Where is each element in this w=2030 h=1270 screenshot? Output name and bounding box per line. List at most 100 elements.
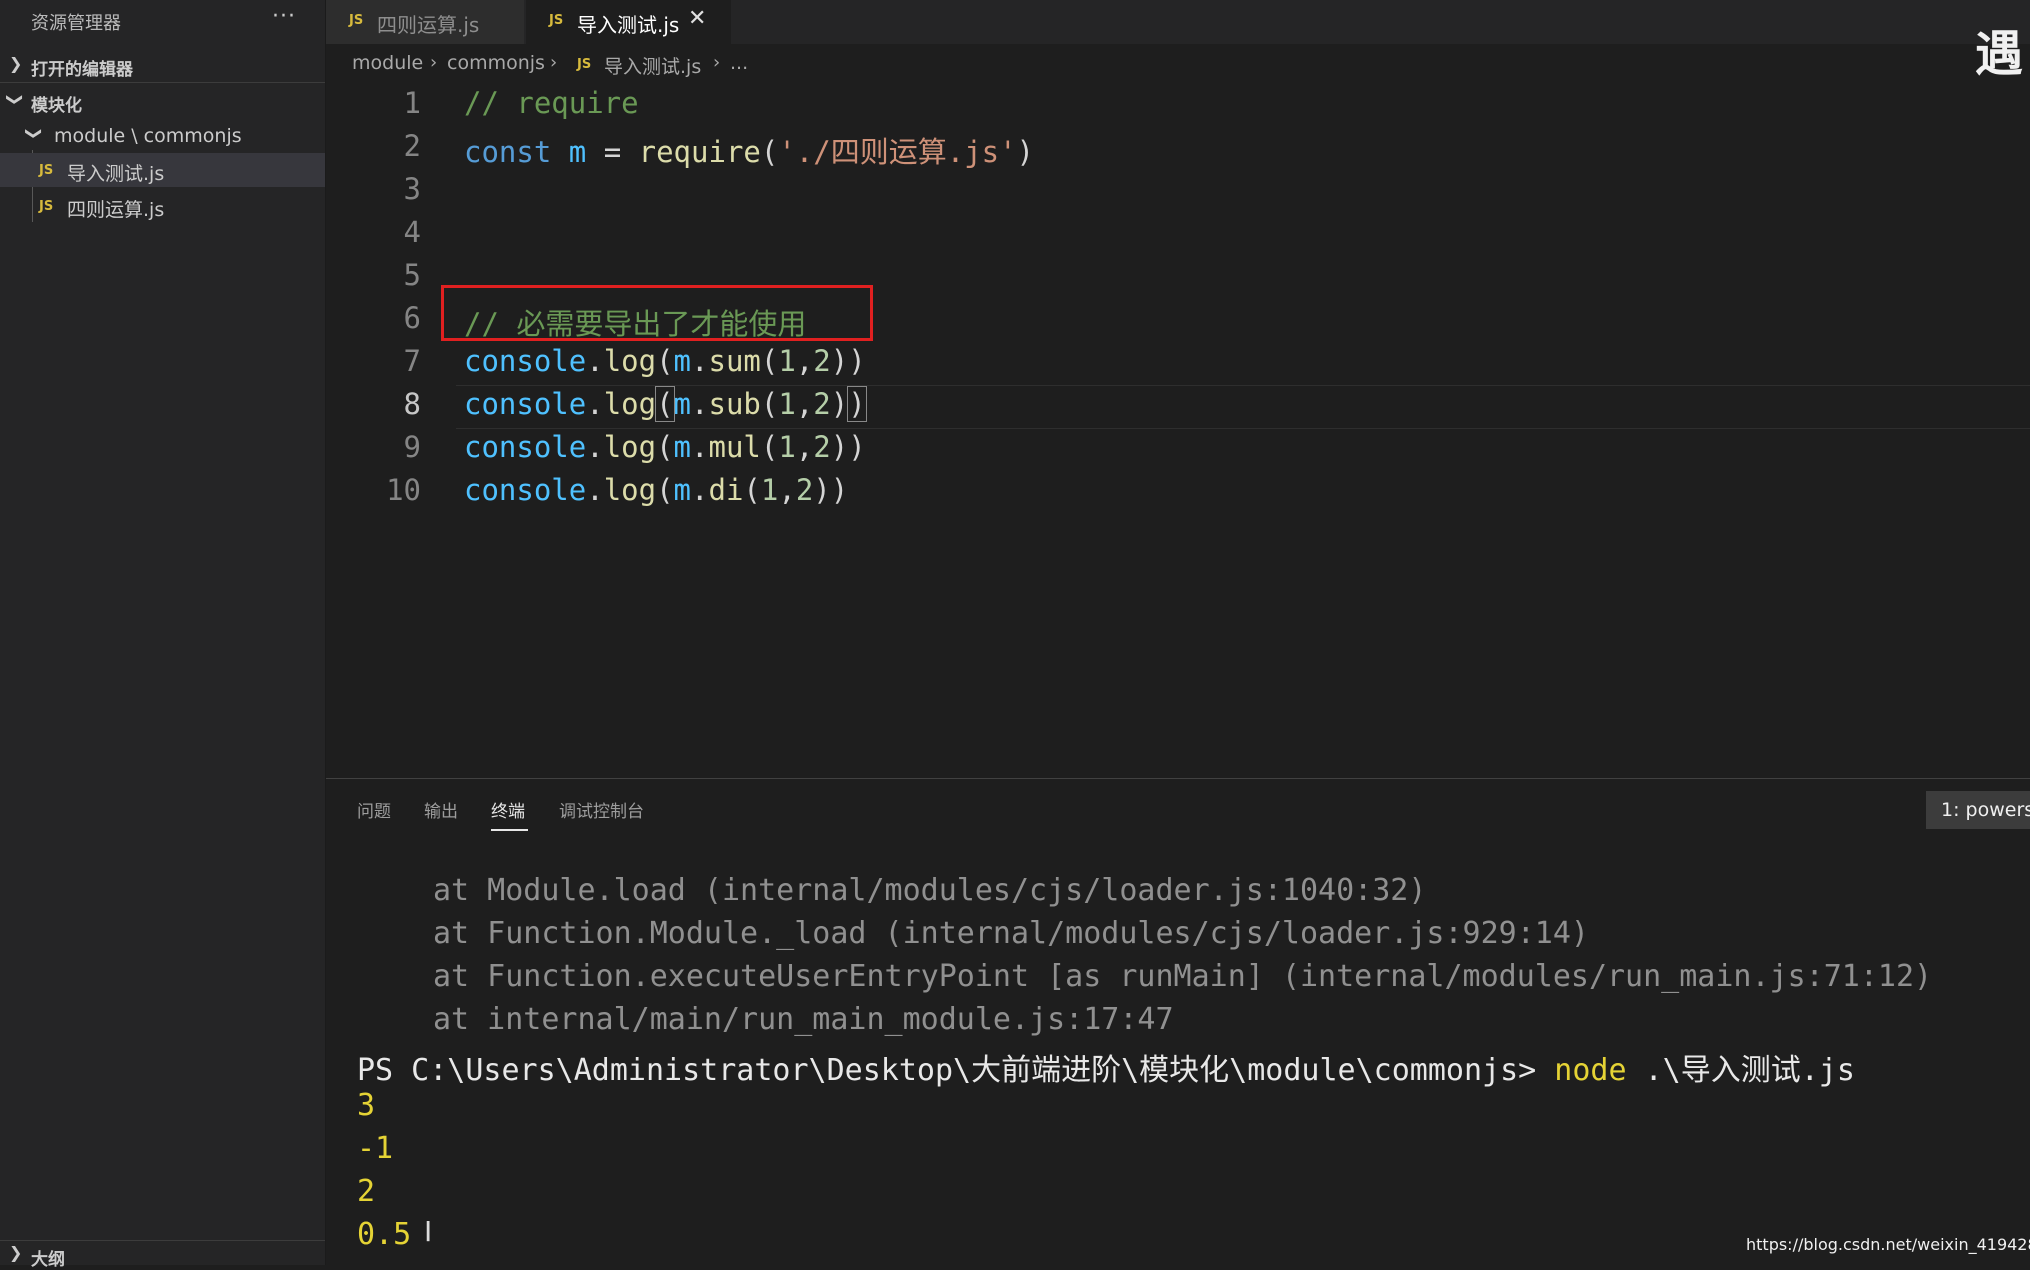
code-token: console <box>464 344 587 378</box>
code-line[interactable]: 3 <box>326 172 2030 214</box>
code-token: const <box>464 135 552 169</box>
code-text: console.log(m.di(1,2)) <box>464 473 848 507</box>
file-item-import-test[interactable]: JS 导入测试.js <box>0 153 325 187</box>
code-token: ( <box>655 386 675 422</box>
code-token: require <box>638 135 761 169</box>
code-token: mul <box>708 430 761 464</box>
chevron-down-icon: ❯ <box>6 92 26 107</box>
breadcrumb-item[interactable]: 导入测试.js <box>604 52 701 79</box>
file-item-arithmetic[interactable]: JS 四则运算.js <box>0 189 325 223</box>
mouse-ibeam-icon: I <box>424 1215 433 1248</box>
code-token: , <box>795 387 814 421</box>
tab-label: 导入测试.js <box>577 13 680 37</box>
tab-problems[interactable]: 问题 <box>357 797 391 822</box>
js-file-icon: JS <box>349 13 364 28</box>
outline-section[interactable]: ❯ 大纲 <box>0 1240 325 1270</box>
code-text: const m = require('./四则运算.js') <box>464 129 1034 171</box>
code-token: 2 <box>813 387 831 421</box>
breadcrumb-item[interactable]: ... <box>730 52 748 74</box>
corner-glyph: 遇 <box>1975 26 2024 82</box>
code-token: sum <box>708 344 761 378</box>
code-token: // require <box>464 86 639 120</box>
explorer-title: 资源管理器 <box>31 13 121 34</box>
code-token: di <box>708 473 744 507</box>
editor-tab-bar: JS 四则运算.js JS 导入测试.js ✕ <box>326 0 2030 44</box>
code-line[interactable]: 9 console.log(m.mul(1,2)) <box>326 430 2030 472</box>
code-token: . <box>586 430 604 464</box>
js-file-icon: JS <box>39 163 54 178</box>
line-number: 1 <box>403 86 421 120</box>
tab-debug-console[interactable]: 调试控制台 <box>559 797 644 822</box>
code-token: log <box>603 430 657 464</box>
code-line[interactable]: 10 console.log(m.di(1,2)) <box>326 473 2030 515</box>
code-line[interactable]: 1 // require <box>326 86 2030 128</box>
code-token: m <box>568 135 587 169</box>
code-token: ( <box>743 473 761 507</box>
code-token: sub <box>708 387 761 421</box>
code-token: ( <box>760 430 779 464</box>
code-token: ( <box>760 344 779 378</box>
open-editors-label: 打开的编辑器 <box>31 60 133 80</box>
command-name: node <box>1554 1053 1627 1088</box>
outline-label: 大纲 <box>31 1250 65 1270</box>
explorer-header: 资源管理器 ··· <box>0 0 325 40</box>
line-number: 5 <box>403 258 421 292</box>
active-tab-indicator <box>491 829 528 831</box>
code-text: console.log(m.mul(1,2)) <box>464 430 866 464</box>
code-text: // require <box>464 86 639 120</box>
code-token: ) <box>830 387 849 421</box>
breadcrumb-item[interactable]: commonjs <box>447 52 545 74</box>
code-token: . <box>691 344 709 378</box>
code-token: , <box>778 473 796 507</box>
terminal-select-value: 1: powers <box>1941 799 2030 821</box>
chevron-right-icon: › <box>550 52 558 73</box>
open-editors-section[interactable]: ❯ 打开的编辑器 <box>0 48 325 82</box>
code-token: log <box>603 344 657 378</box>
code-editor[interactable]: 1 // require 2 const m = require('./四则运算.js… <box>326 86 2030 776</box>
output-line: -1 <box>357 1131 394 1166</box>
code-line[interactable]: 2 const m = require('./四则运算.js') <box>326 129 2030 171</box>
workspace-section[interactable]: ❯ 模块化 <box>0 84 325 118</box>
tab-import-test[interactable]: JS 导入测试.js ✕ <box>526 0 731 44</box>
output-line: 2 <box>357 1174 376 1209</box>
code-token: )) <box>830 344 866 378</box>
code-token: m <box>673 387 692 421</box>
code-token: console <box>464 430 587 464</box>
code-token: . <box>586 473 604 507</box>
breadcrumb-item[interactable]: module <box>352 52 423 74</box>
close-icon[interactable]: ✕ <box>688 6 706 31</box>
chevron-right-icon: ❯ <box>9 54 23 73</box>
stack-line: at Function.executeUserEntryPoint [as ru… <box>433 959 1933 994</box>
code-token: ( <box>656 430 674 464</box>
js-file-icon: JS <box>549 13 564 28</box>
code-token: log <box>603 387 657 421</box>
tab-output[interactable]: 输出 <box>424 797 458 822</box>
code-token: m <box>673 344 692 378</box>
code-token: , <box>795 344 814 378</box>
line-number: 2 <box>403 129 421 163</box>
tab-terminal[interactable]: 终端 <box>491 797 525 822</box>
folder-module-commonjs[interactable]: ❯ module \ commonjs <box>0 119 325 153</box>
code-token: log <box>603 473 657 507</box>
watermark: https://blog.csdn.net/weixin_41942838 <box>1746 1235 2030 1254</box>
code-line[interactable]: 8 console.log(m.sub(1,2)) <box>326 385 2030 429</box>
code-line[interactable]: 7 console.log(m.sum(1,2)) <box>326 344 2030 386</box>
code-token: , <box>795 430 814 464</box>
more-actions-icon[interactable]: ··· <box>272 4 296 29</box>
code-token: ) <box>847 386 867 422</box>
code-token: ( <box>656 473 674 507</box>
chevron-down-icon: ❯ <box>25 126 45 141</box>
terminal-select[interactable]: 1: powers <box>1926 791 2030 829</box>
js-file-icon: JS <box>39 199 54 214</box>
code-token: console <box>464 387 587 421</box>
line-number: 6 <box>403 301 421 335</box>
folder-label: module \ commonjs <box>54 125 242 147</box>
stack-line: at internal/main/run_main_module.js:17:4… <box>433 1002 1174 1037</box>
code-text: console.log(m.sum(1,2)) <box>464 344 866 378</box>
tab-arithmetic[interactable]: JS 四则运算.js <box>326 0 524 44</box>
code-line[interactable]: 4 <box>326 215 2030 257</box>
code-token: 2 <box>813 430 831 464</box>
code-token: )) <box>813 473 849 507</box>
code-token: 1 <box>778 387 796 421</box>
line-number: 8 <box>403 387 421 421</box>
